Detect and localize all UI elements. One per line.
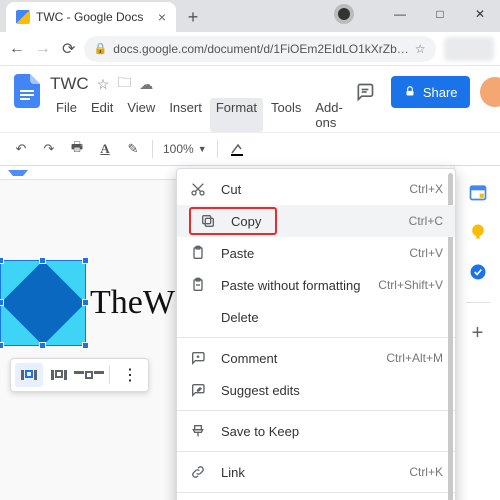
forward-button[interactable]: →	[32, 36, 54, 62]
context-paste[interactable]: Paste Ctrl+V	[177, 237, 455, 269]
side-panel: +	[454, 166, 500, 500]
selected-image[interactable]: TheW	[0, 260, 175, 346]
context-comment[interactable]: Comment Ctrl+Alt+M	[177, 342, 455, 374]
menu-separator	[177, 451, 455, 452]
reload-button[interactable]: ⟳	[58, 36, 80, 62]
tab-title: TWC - Google Docs	[36, 10, 143, 24]
context-copy[interactable]: Copy	[189, 207, 277, 235]
lock-icon: 🔒	[94, 42, 108, 55]
context-link[interactable]: Link Ctrl+K	[177, 456, 455, 488]
context-cut[interactable]: Cut Ctrl+X	[177, 173, 455, 205]
resize-handle-e[interactable]	[82, 299, 89, 306]
url-text: docs.google.com/document/d/1FiOEm2EIdLO1…	[113, 42, 408, 56]
cloud-status-icon[interactable]: ☁	[139, 76, 153, 93]
resize-handle-nw[interactable]	[0, 257, 4, 264]
menu-separator	[177, 337, 455, 338]
docs-favicon	[16, 10, 30, 24]
context-save-keep[interactable]: Save to Keep	[177, 415, 455, 447]
share-label: Share	[423, 85, 458, 100]
zoom-select[interactable]: 100% ▼	[159, 142, 211, 156]
extension-area	[444, 37, 494, 61]
browser-tab[interactable]: TWC - Google Docs ×	[6, 2, 176, 32]
resize-handle-s[interactable]	[39, 342, 46, 349]
browser-titlebar: TWC - Google Docs × + — □ ✕	[0, 0, 500, 32]
image-layout-toolbar: ⋮	[10, 358, 149, 392]
more-image-options-button[interactable]: ⋮	[116, 363, 144, 387]
document-workspace: TheW ⋮ Cut Ctrl+X	[0, 166, 500, 500]
menu-edit[interactable]: Edit	[85, 98, 119, 132]
menu-bar: File Edit View Insert Format Tools Add-o…	[50, 98, 349, 132]
menu-separator	[177, 410, 455, 411]
browser-address-bar: ← → ⟳ 🔒 docs.google.com/document/d/1FiOE…	[0, 32, 500, 66]
menu-view[interactable]: View	[121, 98, 161, 132]
context-delete[interactable]: Delete	[177, 301, 455, 333]
undo-button[interactable]: ↶	[8, 136, 34, 162]
suggest-icon	[189, 381, 207, 399]
docs-toolbar: ↶ ↷ 🖶 A ✎ 100% ▼	[0, 132, 500, 166]
resize-handle-se[interactable]	[82, 342, 89, 349]
break-text-button[interactable]	[75, 363, 103, 387]
spellcheck-button[interactable]: A	[92, 136, 118, 162]
maximize-button[interactable]: □	[420, 0, 460, 28]
copy-icon	[199, 212, 217, 230]
context-suggest[interactable]: Suggest edits	[177, 374, 455, 406]
image-content	[1, 261, 85, 345]
link-icon	[189, 463, 207, 481]
resize-handle-w[interactable]	[0, 299, 4, 306]
header-right-tools: Share	[349, 76, 500, 108]
keep-addon-icon[interactable]	[468, 222, 488, 242]
inline-wrap-button[interactable]	[15, 363, 43, 387]
menu-file[interactable]: File	[50, 98, 83, 132]
keep-icon	[189, 422, 207, 440]
tasks-addon-icon[interactable]	[468, 262, 488, 282]
docs-logo-icon[interactable]	[14, 72, 40, 110]
context-menu: Cut Ctrl+X Copy Ctrl+C Paste Ctrl+V Past…	[176, 168, 456, 500]
context-paste-plain[interactable]: Paste without formatting Ctrl+Shift+V	[177, 269, 455, 301]
menu-addons[interactable]: Add-ons	[309, 98, 348, 132]
paste-icon	[189, 244, 207, 262]
calendar-addon-icon[interactable]	[468, 182, 488, 202]
resize-handle-n[interactable]	[39, 257, 46, 264]
back-button[interactable]: ←	[6, 36, 28, 62]
redo-button[interactable]: ↷	[36, 136, 62, 162]
add-addon-button[interactable]: +	[468, 323, 488, 343]
paste-plain-icon	[189, 276, 207, 294]
separator	[466, 302, 490, 303]
menu-separator	[177, 492, 455, 493]
close-window-button[interactable]: ✕	[460, 0, 500, 28]
bookmark-star-icon[interactable]: ☆	[415, 42, 426, 56]
menu-tools[interactable]: Tools	[265, 98, 307, 132]
chevron-down-icon: ▼	[198, 144, 207, 154]
recording-indicator-icon	[338, 8, 350, 20]
menu-insert[interactable]: Insert	[163, 98, 208, 132]
wrap-text-button[interactable]	[45, 363, 73, 387]
window-controls: — □ ✕	[380, 0, 500, 28]
comment-icon	[189, 349, 207, 367]
paint-format-button[interactable]: ✎	[120, 136, 146, 162]
move-document-icon[interactable]: 🗀	[117, 72, 131, 96]
toolbar-separator	[152, 140, 153, 158]
image-border-color-button[interactable]	[224, 136, 250, 162]
resize-handle-sw[interactable]	[0, 342, 4, 349]
document-text: TheW	[90, 284, 175, 322]
share-button[interactable]: Share	[391, 76, 470, 108]
star-document-icon[interactable]: ☆	[97, 76, 110, 93]
omnibox[interactable]: 🔒 docs.google.com/document/d/1FiOEm2EIdL…	[84, 36, 436, 62]
minimize-button[interactable]: —	[380, 0, 420, 28]
separator	[109, 366, 110, 384]
open-comments-button[interactable]	[349, 76, 381, 108]
context-copy-row[interactable]: Copy Ctrl+C	[177, 205, 455, 237]
menu-format[interactable]: Format	[210, 98, 263, 132]
account-avatar[interactable]	[480, 77, 500, 107]
cut-icon	[189, 180, 207, 198]
toolbar-separator	[217, 140, 218, 158]
print-button[interactable]: 🖶	[64, 136, 90, 162]
docs-header: TWC ☆ 🗀 ☁ File Edit View Insert Format T…	[0, 66, 500, 132]
zoom-value: 100%	[163, 142, 194, 156]
document-title[interactable]: TWC	[50, 74, 89, 94]
close-tab-icon[interactable]: ×	[158, 9, 166, 25]
blank-icon	[189, 308, 207, 326]
new-tab-button[interactable]: +	[180, 4, 206, 30]
resize-handle-ne[interactable]	[82, 257, 89, 264]
